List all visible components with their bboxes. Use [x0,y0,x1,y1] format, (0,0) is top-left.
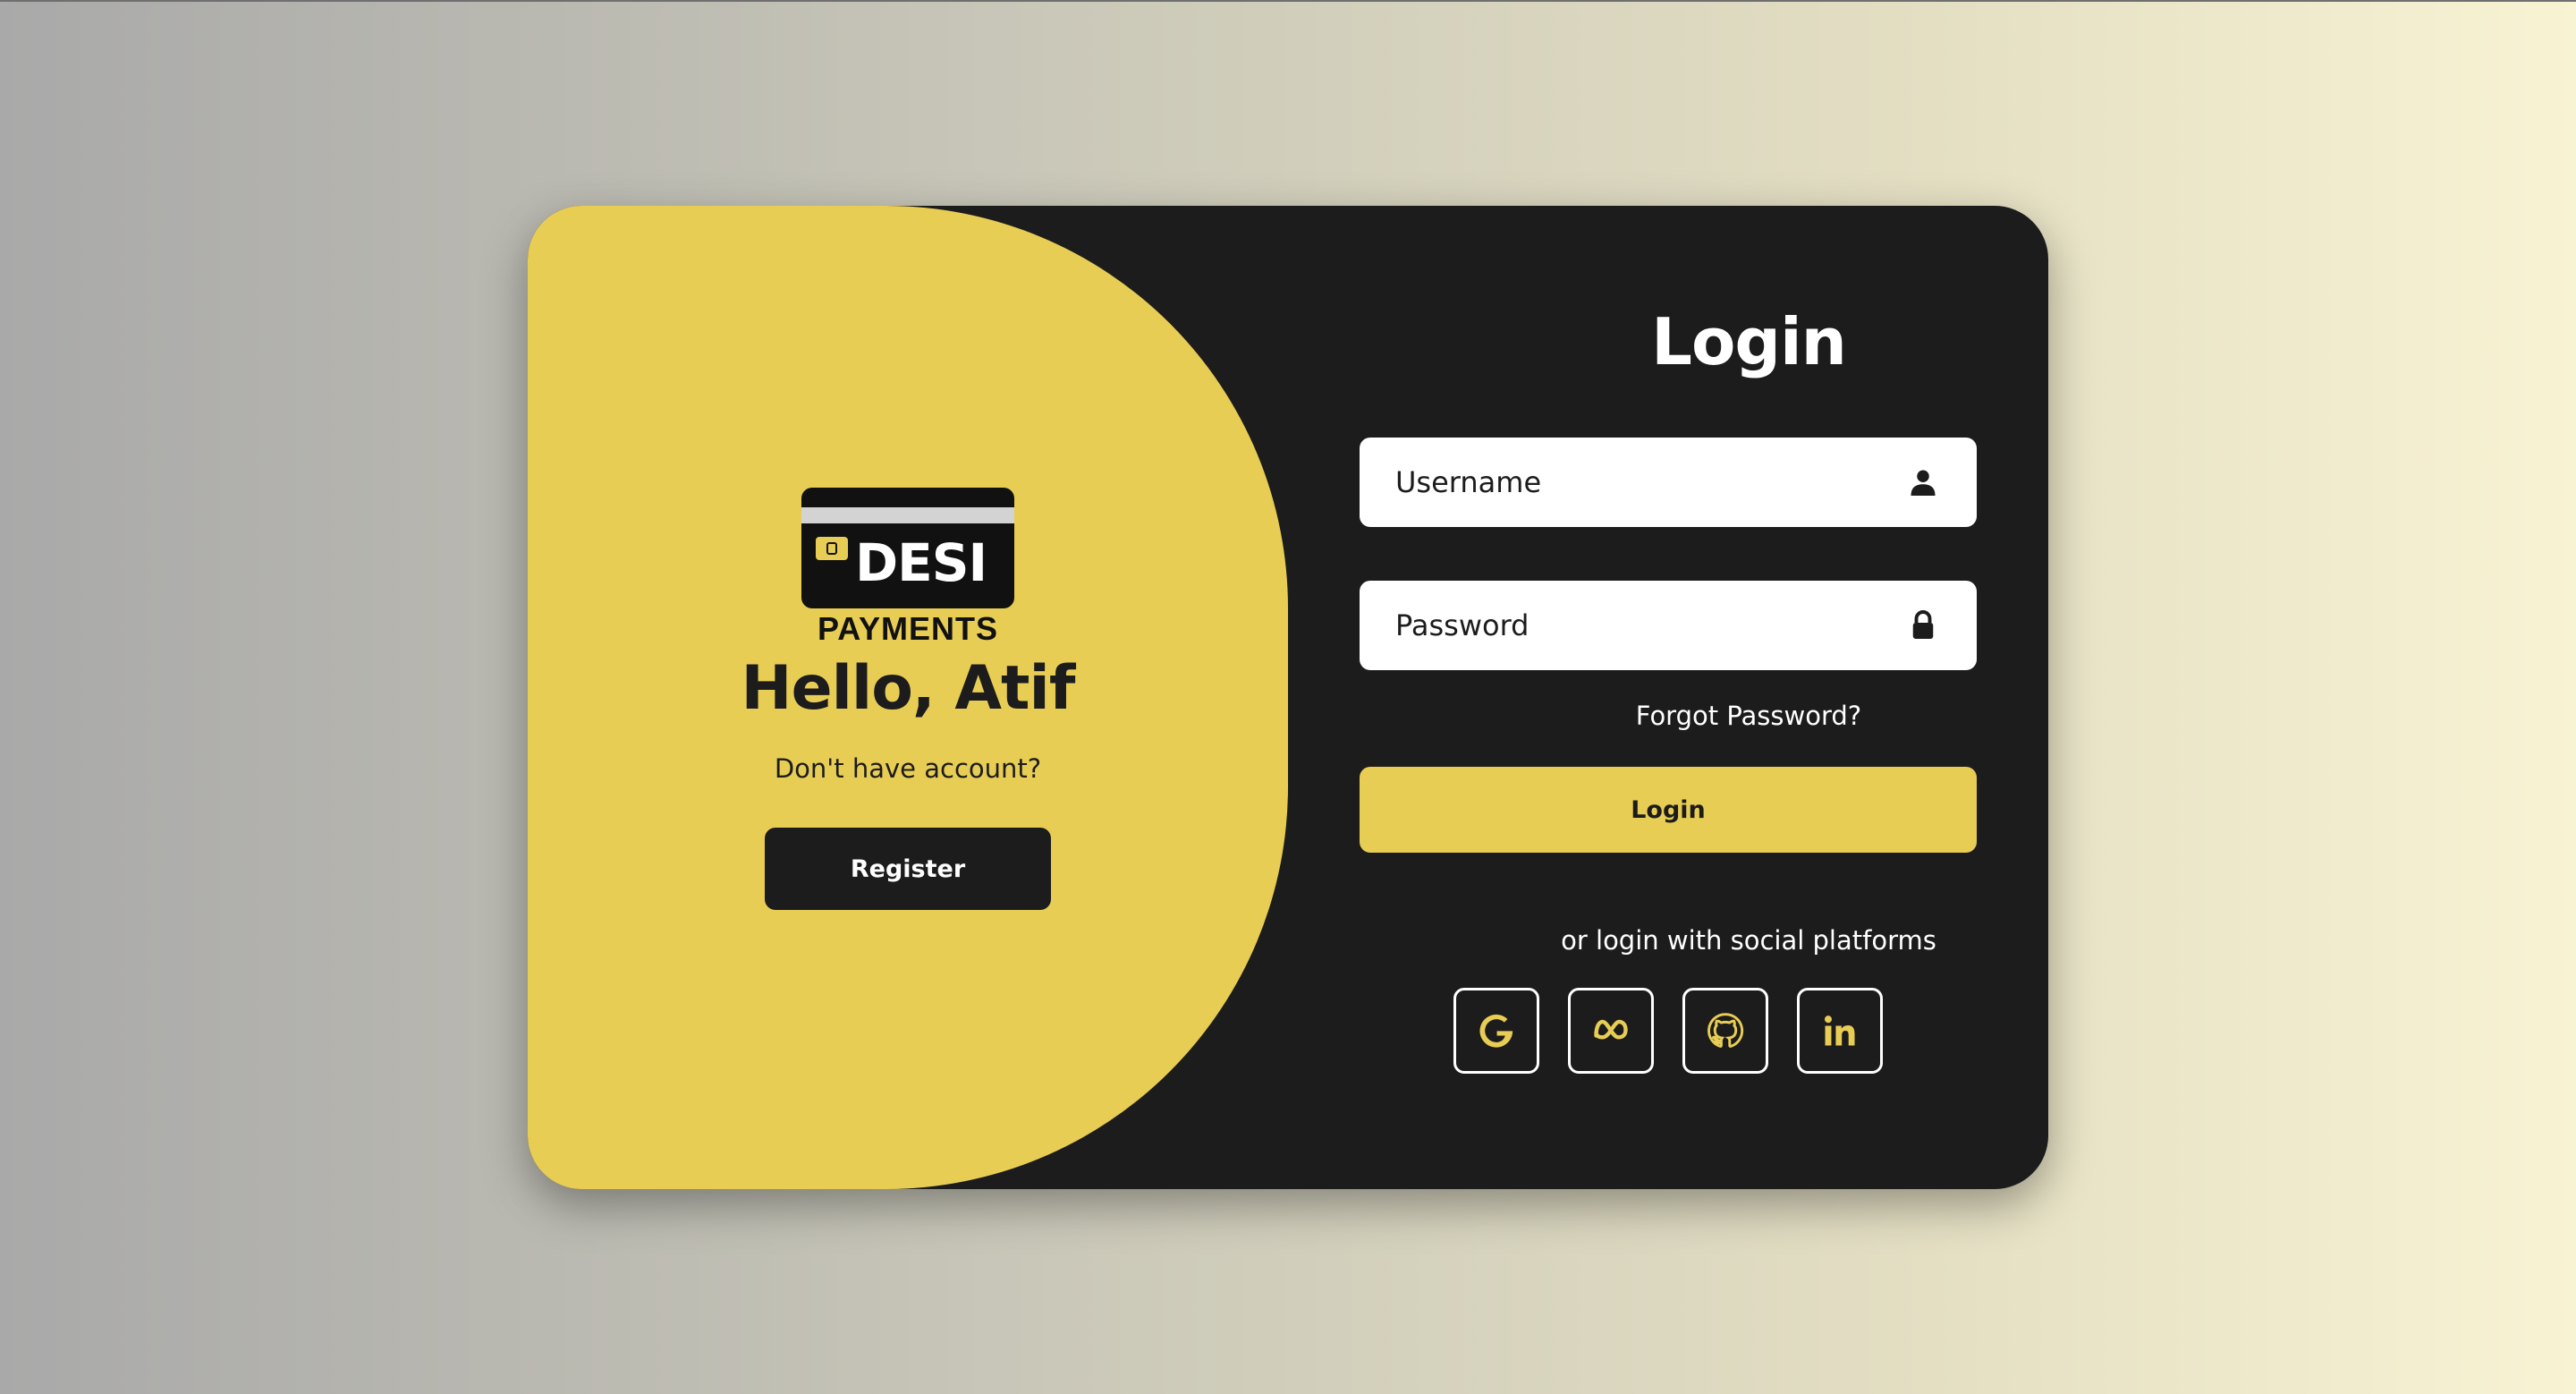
greeting-heading: Hello, Atif [741,653,1076,724]
window-top-border [0,0,2576,2]
meta-login-button[interactable] [1568,988,1654,1074]
register-button[interactable]: Register [765,828,1051,910]
user-icon [1911,470,1936,496]
login-button[interactable]: Login [1360,767,1977,853]
social-login-text: or login with social platforms [1561,925,1936,956]
forgot-password-link[interactable]: Forgot Password? [1525,701,1972,731]
desi-payments-logo: DESI [801,488,1014,608]
logo-card-stripe [801,507,1014,523]
google-icon [1479,1014,1513,1048]
username-placeholder: Username [1395,465,1542,499]
linkedin-icon [1824,1016,1855,1046]
lock-icon [1912,610,1934,639]
logo-subtitle-text: PAYMENTS [817,610,999,647]
google-login-button[interactable] [1453,988,1539,1074]
welcome-content: DESI PAYMENTS Hello, Atif Don't have acc… [528,206,1288,1189]
no-account-text: Don't have account? [774,753,1042,784]
username-field[interactable]: Username [1360,438,1977,527]
logo-brand-text: DESI [855,532,987,593]
login-card: DESI PAYMENTS Hello, Atif Don't have acc… [528,206,2048,1189]
login-title: Login [1651,304,1847,379]
github-login-button[interactable] [1682,988,1768,1074]
linkedin-login-button[interactable] [1797,988,1883,1074]
meta-icon [1594,1019,1628,1040]
github-icon [1707,1013,1744,1048]
card-chip-icon [816,537,848,560]
password-placeholder: Password [1395,608,1530,642]
password-field[interactable]: Password [1360,581,1977,670]
